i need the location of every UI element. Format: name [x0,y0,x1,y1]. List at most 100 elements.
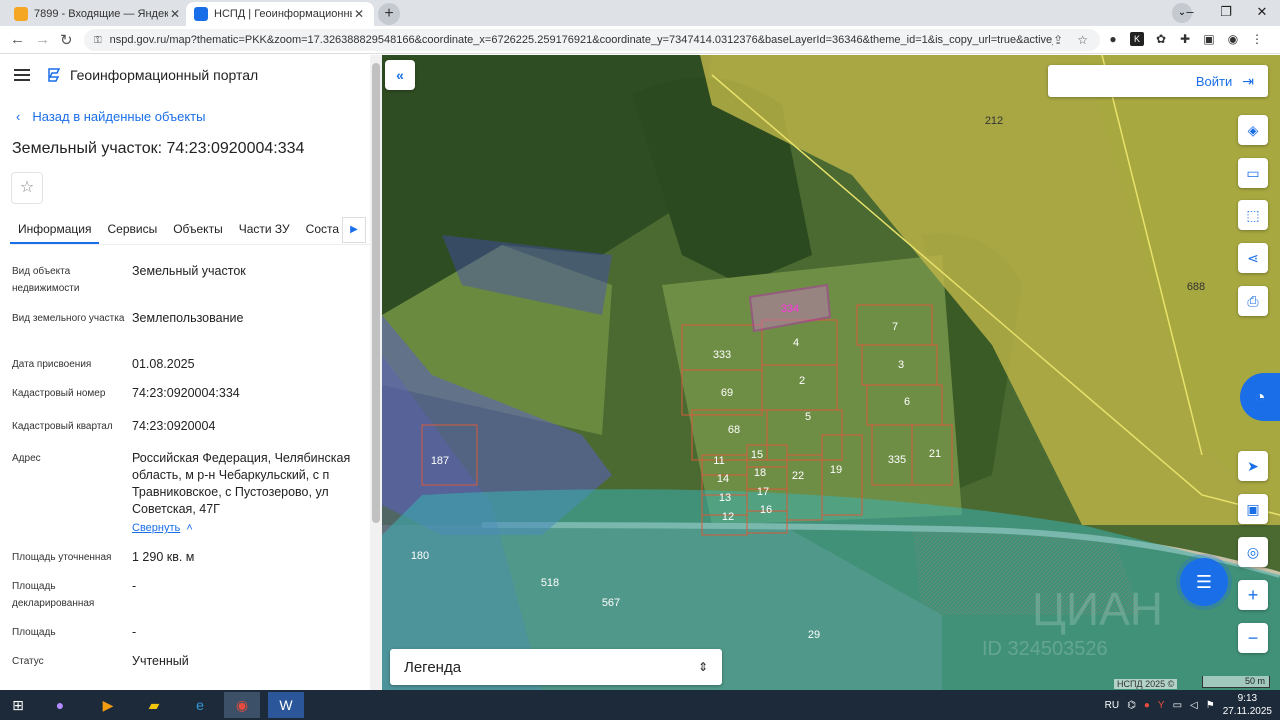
reload-icon[interactable]: ↻ [60,31,73,49]
close-tab-icon[interactable]: ✕ [168,7,182,21]
locate-me-icon[interactable]: ➤ [1238,451,1268,481]
login-button[interactable]: Войти ⇥ [1048,65,1268,97]
system-clock[interactable]: 9:13 27.11.2025 [1223,692,1272,718]
info-row: Кадастровый квартал 74:23:0920004 [12,418,362,435]
info-row: Дата присвоения 01.08.2025 [12,356,362,373]
tab-information[interactable]: Информация [10,215,100,244]
parcel-label: 69 [721,387,733,399]
info-row: Вид объекта недвижимости Земельный участ… [12,263,362,297]
object-info-panel: Геоинформационный портал ‹ Назад в найде… [0,55,382,690]
select-area-icon[interactable]: ⬚ [1238,200,1268,230]
row-label: Площадь уточненная [12,552,112,563]
forward-arrow-icon[interactable]: → [35,31,50,48]
minimize-icon[interactable]: – [1172,0,1208,26]
favorite-star-button[interactable]: ☆ [11,172,43,204]
menu-icon[interactable] [14,69,30,81]
tray-monitor-icon[interactable]: ▭ [1173,700,1182,711]
sidebar-panel-icon[interactable]: ▣ [1202,32,1216,46]
tray-network-icon[interactable]: ⌬ [1127,700,1136,711]
parcel-label: 5 [805,411,811,423]
collapse-address-link[interactable]: Свернуть ˄ [132,520,362,537]
alice-icon[interactable]: ● [42,692,78,718]
browser-tab-mail[interactable]: 7899 - Входящие — Яндекс Почта ✕ [6,2,190,26]
screen-mode-icon[interactable]: ▣ [1238,494,1268,524]
extension-k-icon[interactable]: K [1130,32,1144,46]
extension-gear-icon[interactable]: ✿ [1154,32,1168,46]
assistant-tab-icon[interactable]: ◔ [1240,373,1280,421]
back-arrow-icon[interactable]: ← [10,31,25,48]
browser-tab-strip: 7899 - Входящие — Яндекс Почта ✕ НСПД | … [0,0,1280,26]
tray-app-icon[interactable]: ● [1144,700,1150,711]
browser-tab-nspd[interactable]: НСПД | Геоинформационный портал ✕ [186,2,374,26]
tab-parts[interactable]: Части ЗУ [231,215,298,244]
portal-name: Геоинформационный портал [70,67,259,83]
share-page-icon[interactable]: ⇪ [1053,33,1063,47]
panel-scrollbar[interactable] [370,55,382,690]
bookmark-star-icon[interactable]: ☆ [1077,33,1088,47]
parcel-label: 15 [751,449,763,461]
parcel-label: 21 [929,448,941,460]
site-info-icon[interactable]: ⚿ [94,35,102,46]
parcel-label: 14 [717,473,729,485]
row-value: 1 290 кв. м [132,550,195,564]
ruler-icon[interactable]: ▭ [1238,158,1268,188]
share-icon[interactable]: ⋖ [1238,243,1268,273]
close-tab-icon[interactable]: ✕ [352,7,366,21]
internet-explorer-icon[interactable]: e [182,692,218,718]
language-indicator[interactable]: RU [1105,700,1119,711]
system-tray: RU ⌬ ● Y ▭ ◁ ⚑ 9:13 27.11.2025 [1105,690,1272,720]
parcel-label: 6 [904,396,910,408]
parcel-label: 567 [602,597,620,609]
tab-title: НСПД | Геоинформационный портал [214,8,352,20]
tray-flag-icon[interactable]: ⚑ [1206,700,1215,711]
address-value: Российская Федерация, Челябинская област… [132,451,351,516]
tab-objects[interactable]: Объекты [165,215,231,244]
chat-bubble-icon[interactable]: ☰ [1180,558,1228,606]
layers-icon[interactable]: ◈ [1238,115,1268,145]
parcel-label: 212 [985,115,1003,127]
tab-composition[interactable]: Соста [298,215,347,244]
extension-icon[interactable]: ● [1106,32,1120,46]
collapse-panel-button[interactable]: « [385,60,415,90]
media-player-icon[interactable]: ▶ [90,692,126,718]
close-window-icon[interactable]: ✕ [1244,0,1280,26]
geo-search-icon[interactable]: ◎ [1238,537,1268,567]
zoom-in-button[interactable]: + [1238,580,1268,610]
back-to-results-link[interactable]: ‹ Назад в найденные объекты [16,109,205,124]
zoom-out-button[interactable]: − [1238,623,1268,653]
print-icon[interactable]: ⎙ [1238,286,1268,316]
new-tab-button[interactable]: + [378,3,400,25]
portal-logo-icon [48,68,61,82]
parcel-label: 7 [892,321,898,333]
legend-dropdown[interactable]: Легенда ⇕ [390,649,722,685]
map-view[interactable]: 212 688 334 7 4 333 3 2 69 6 5 68 187 15… [382,55,1280,690]
parcel-label: 335 [888,454,906,466]
info-row: Статус Учтенный [12,653,362,670]
tabs-scroll-right-icon[interactable]: ▶ [342,217,366,243]
row-value: 74:23:0920004:334 [132,386,240,400]
os-taskbar: ⊞ ● ▶ ▰ e ◉ W RU ⌬ ● Y ▭ ◁ ⚑ 9:13 27.11.… [0,690,1280,720]
file-explorer-icon[interactable]: ▰ [136,692,172,718]
scrollbar-thumb[interactable] [372,63,380,523]
row-label: Кадастровый квартал [12,421,113,432]
tray-volume-icon[interactable]: ◁ [1190,700,1198,711]
parcel-label: 4 [793,337,799,349]
row-value: 01.08.2025 [132,357,195,371]
tab-services[interactable]: Сервисы [99,215,165,244]
start-button-icon[interactable]: ⊞ [0,692,36,718]
row-label: Дата присвоения [12,359,92,370]
tray-yandex-icon[interactable]: Y [1158,700,1165,711]
row-value: - [132,625,137,639]
chrome-icon[interactable]: ◉ [224,692,260,718]
browser-menu-icon[interactable]: ⋮ [1250,32,1264,46]
row-value: Земельный участок [132,264,246,278]
info-row: Площадь уточненная 1 290 кв. м [12,549,362,566]
profile-avatar-icon[interactable]: ◉ [1226,32,1240,46]
word-icon[interactable]: W [268,692,304,718]
extensions-puzzle-icon[interactable]: ✚ [1178,32,1192,46]
address-bar[interactable]: ⚿ nspd.gov.ru/map?thematic=PKK&zoom=17.3… [84,29,1100,51]
maximize-icon[interactable]: ❐ [1208,0,1244,26]
parcel-label: 18 [754,467,766,479]
satellite-map[interactable]: 212 688 334 7 4 333 3 2 69 6 5 68 187 15… [382,55,1280,690]
legend-label: Легенда [404,658,462,676]
